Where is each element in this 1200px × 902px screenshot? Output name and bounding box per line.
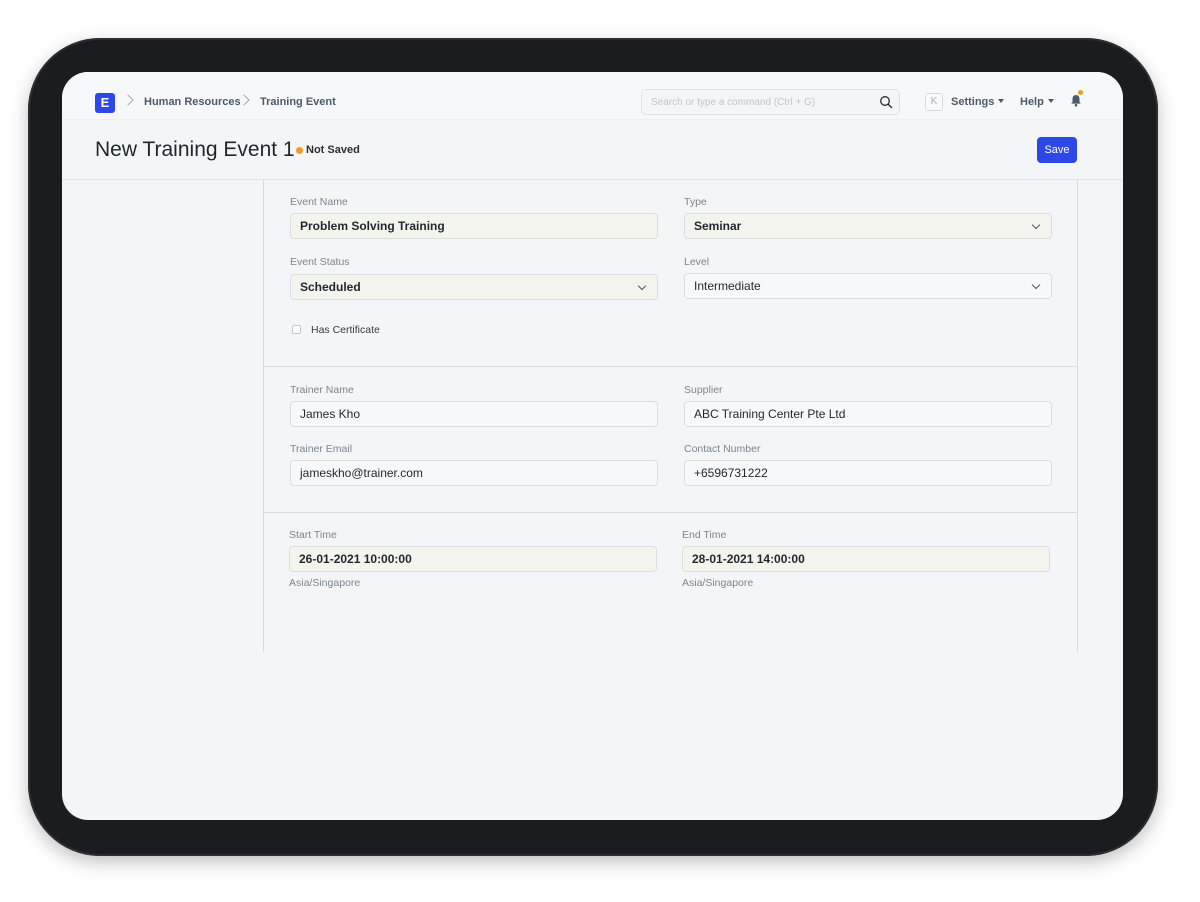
navbar: E Human Resources Training Event K Setti…: [62, 72, 1123, 120]
event-name-label: Event Name: [290, 196, 348, 208]
app-screen: E Human Resources Training Event K Setti…: [62, 72, 1123, 820]
event-name-field[interactable]: Problem Solving Training: [290, 213, 658, 239]
status-indicator-icon: [296, 147, 303, 154]
trainer-name-label: Trainer Name: [290, 384, 354, 396]
has-certificate-checkbox[interactable]: [292, 325, 301, 334]
settings-menu[interactable]: Settings: [951, 96, 1005, 108]
end-time-timezone: Asia/Singapore: [682, 577, 754, 589]
type-label: Type: [684, 196, 707, 208]
notification-badge: [1078, 90, 1083, 95]
training-event-form: Event Name Problem Solving Training Type…: [263, 180, 1078, 652]
has-certificate-label: Has Certificate: [311, 324, 380, 336]
end-time-label: End Time: [682, 529, 727, 541]
bell-icon[interactable]: [1070, 94, 1082, 107]
trainer-email-label: Trainer Email: [290, 443, 353, 455]
breadcrumb-chevron-icon: [122, 94, 134, 106]
event-status-select[interactable]: Scheduled: [290, 274, 658, 300]
app-logo[interactable]: E: [95, 93, 115, 113]
level-select[interactable]: Intermediate: [684, 273, 1052, 299]
save-button[interactable]: Save: [1037, 137, 1077, 163]
supplier-label: Supplier: [684, 384, 723, 396]
event-status-label: Event Status: [290, 256, 350, 268]
start-time-label: Start Time: [289, 529, 337, 541]
search-bar: [641, 89, 900, 115]
contact-number-field[interactable]: +6596731222: [684, 460, 1052, 486]
help-menu[interactable]: Help: [1020, 96, 1054, 108]
start-time-field[interactable]: 26-01-2021 10:00:00: [289, 546, 657, 572]
caret-down-icon: [998, 99, 1005, 103]
level-label: Level: [684, 256, 710, 268]
level-value: Intermediate: [694, 279, 761, 293]
chevron-down-icon: [1031, 280, 1041, 290]
breadcrumb-human-resources[interactable]: Human Resources: [144, 96, 241, 108]
trainer-name-field[interactable]: James Kho: [290, 401, 658, 427]
page-title: New Training Event 1: [95, 138, 295, 161]
event-status-value: Scheduled: [300, 280, 361, 294]
contact-number-label: Contact Number: [684, 443, 761, 455]
breadcrumb-training-event[interactable]: Training Event: [260, 96, 336, 108]
chevron-down-icon: [1031, 220, 1041, 230]
type-value: Seminar: [694, 219, 742, 233]
end-time-field[interactable]: 28-01-2021 14:00:00: [682, 546, 1050, 572]
settings-label: Settings: [951, 96, 995, 108]
search-input[interactable]: [642, 90, 862, 114]
section-divider: [264, 512, 1077, 513]
start-time-timezone: Asia/Singapore: [289, 577, 361, 589]
search-icon[interactable]: [879, 95, 893, 109]
status-badge: Not Saved: [306, 144, 360, 156]
help-label: Help: [1020, 96, 1044, 108]
chevron-down-icon: [637, 281, 647, 291]
caret-down-icon: [1047, 99, 1054, 103]
type-select[interactable]: Seminar: [684, 213, 1052, 239]
section-divider: [264, 366, 1077, 367]
keyboard-shortcut-icon[interactable]: K: [925, 93, 943, 111]
supplier-field[interactable]: ABC Training Center Pte Ltd: [684, 401, 1052, 427]
trainer-email-field[interactable]: jameskho@trainer.com: [290, 460, 658, 486]
